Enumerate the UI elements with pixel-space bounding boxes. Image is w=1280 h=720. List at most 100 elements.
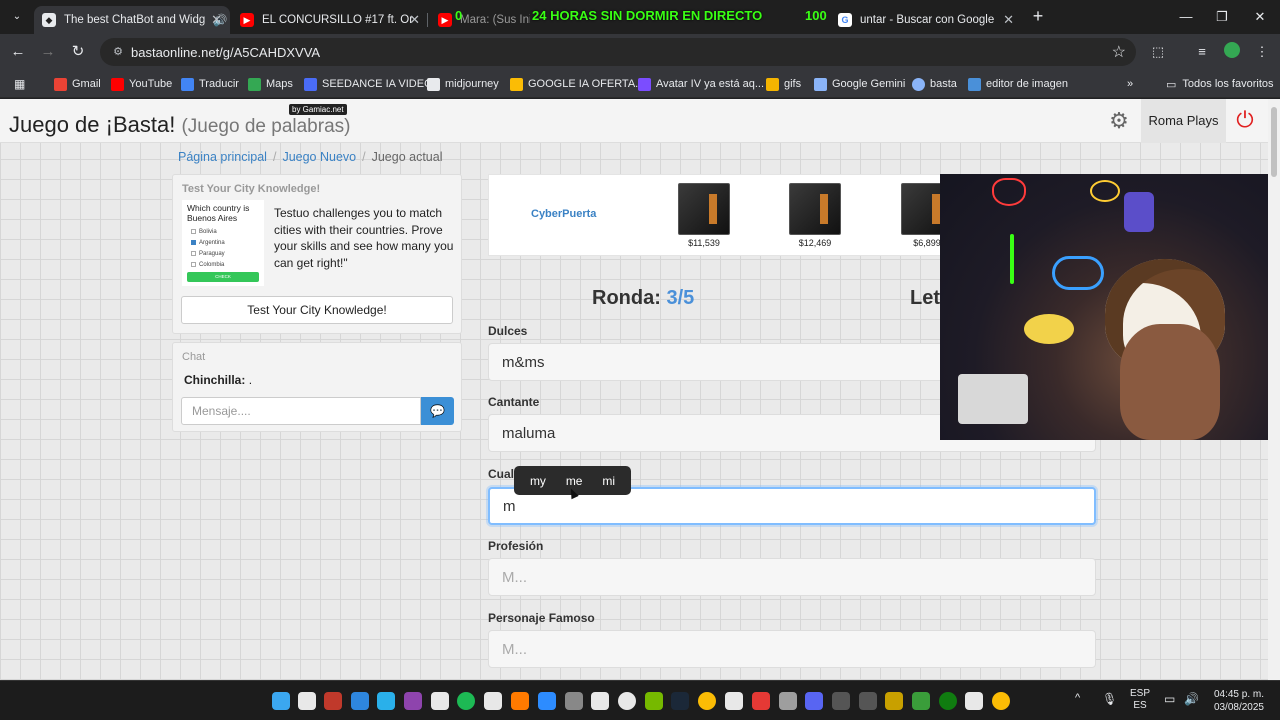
bookmark-maps[interactable]: Maps	[248, 76, 293, 92]
suggestion-item[interactable]: me	[566, 474, 583, 488]
menu-icon[interactable]: ⋮	[1252, 42, 1272, 62]
power-icon[interactable]: ⏻	[1232, 107, 1258, 133]
tab-mara[interactable]: ▶ Mara: (Sus Inicio	[430, 6, 530, 34]
tab-search-button[interactable]: ⌄	[8, 8, 26, 26]
bookmark-editor[interactable]: editor de imagen	[968, 76, 1068, 92]
chrome-icon[interactable]	[992, 692, 1010, 710]
ad-cta-button[interactable]: Test Your City Knowledge!	[181, 296, 453, 324]
network-icon[interactable]: ▭	[1164, 692, 1175, 706]
bookmark-gifs[interactable]: gifs	[766, 76, 801, 92]
volume-icon[interactable]: 🔊	[1184, 692, 1199, 706]
bookmark-label: basta	[930, 78, 957, 90]
app-icon[interactable]	[404, 692, 422, 710]
bookmark-basta[interactable]: basta	[912, 76, 957, 92]
bookmark-gemini[interactable]: Google Gemini	[814, 76, 905, 92]
telegram-icon[interactable]	[377, 692, 395, 710]
language-indicator[interactable]: ESP ES	[1130, 688, 1150, 712]
close-window-button[interactable]: ✕	[1240, 6, 1280, 28]
address-bar[interactable]: ⚙ bastaonline.net/g/A5CAHDXVVA ☆	[100, 38, 1136, 66]
new-tab-button[interactable]: +	[1028, 6, 1048, 26]
field-input-personaje-famoso[interactable]	[488, 630, 1096, 668]
all-bookmarks-folder[interactable]: ▭ Todos los favoritos	[1166, 76, 1274, 92]
ad-thumbnail[interactable]: Which country is Buenos Aires Bolivia Ar…	[182, 200, 264, 286]
app-icon[interactable]	[859, 692, 877, 710]
breadcrumb-new-game[interactable]: Juego Nuevo	[282, 150, 356, 164]
app-icon[interactable]	[431, 692, 449, 710]
bookmark-label: Google Gemini	[832, 78, 906, 90]
app-icon[interactable]	[351, 692, 369, 710]
maximize-button[interactable]: ❐	[1202, 6, 1242, 28]
tab-chatbot[interactable]: ◆ The best ChatBot and Widg 🔊 ✕	[34, 6, 230, 34]
chrome-icon[interactable]	[698, 692, 716, 710]
product-item[interactable]: $12,469	[787, 183, 843, 248]
bookmark-avatar-iv[interactable]: Avatar IV ya está aq...	[638, 76, 764, 92]
bookmark-traducir[interactable]: Traducir	[181, 76, 239, 92]
app-icon[interactable]	[511, 692, 529, 710]
bookmarks-overflow-icon[interactable]: »	[1127, 76, 1133, 92]
suggestion-item[interactable]: mi	[602, 474, 615, 488]
app-icon[interactable]	[484, 692, 502, 710]
app-icon[interactable]	[912, 692, 930, 710]
user-menu[interactable]: Roma Plays	[1141, 99, 1226, 143]
product-item[interactable]: $11,539	[676, 183, 732, 248]
capcut-icon[interactable]	[591, 692, 609, 710]
close-icon[interactable]: ✕	[211, 12, 222, 28]
chat-input[interactable]	[181, 397, 421, 425]
neon-mask-decoration	[992, 178, 1026, 206]
bookmark-seedance[interactable]: SEEDANCE IA VIDEO	[304, 76, 433, 92]
task-view-icon[interactable]	[298, 692, 316, 710]
processor-box-image	[789, 183, 841, 235]
app-icon[interactable]	[565, 692, 583, 710]
microphone-icon[interactable]: 🎙	[1102, 692, 1117, 706]
app-icon[interactable]	[752, 692, 770, 710]
minimize-button[interactable]: —	[1166, 6, 1206, 28]
apps-icon[interactable]: ▦	[14, 76, 25, 92]
product-price: $11,539	[688, 238, 720, 248]
clock[interactable]: 04:45 p. m. 03/08/2025	[1206, 688, 1264, 714]
discord-icon[interactable]	[805, 692, 823, 710]
suggestion-item[interactable]: my	[530, 474, 546, 488]
back-button[interactable]: ←	[8, 42, 28, 62]
forward-button[interactable]: →	[38, 42, 58, 62]
share-icon[interactable]	[965, 692, 983, 710]
windows-start-icon[interactable]	[272, 692, 290, 710]
field-input-profesion[interactable]	[488, 558, 1096, 596]
media-controls-icon[interactable]: ≡	[1192, 42, 1212, 62]
close-icon[interactable]: ✕	[1003, 12, 1014, 28]
bookmark-star-icon[interactable]: ☆	[1112, 42, 1126, 62]
steam-icon[interactable]	[671, 692, 689, 710]
send-message-button[interactable]: 💬	[421, 397, 454, 425]
extensions-icon[interactable]: ⬚	[1148, 42, 1168, 62]
settings-app-icon[interactable]	[779, 692, 797, 710]
bookmark-youtube[interactable]: YouTube	[111, 76, 172, 92]
chevron-up-icon[interactable]: ^	[1075, 692, 1080, 704]
tab-separator	[427, 13, 428, 27]
app-icon[interactable]	[538, 692, 556, 710]
app-icon[interactable]	[618, 692, 636, 710]
reload-button[interactable]: ↻	[68, 42, 88, 62]
tab-google-search[interactable]: G untar - Buscar con Google ✕	[830, 6, 1022, 34]
bookmark-midjourney[interactable]: midjourney	[427, 76, 499, 92]
app-icon[interactable]	[885, 692, 903, 710]
stream-overlay-counter: 0	[455, 8, 463, 23]
bookmark-google-ia[interactable]: GOOGLE IA OFERTA...	[510, 76, 644, 92]
gear-icon[interactable]: ⚙	[1106, 108, 1132, 134]
tab-concursillo[interactable]: ▶ EL CONCURSILLO #17 ft. Or ✕	[232, 6, 428, 34]
xbox-icon[interactable]	[939, 692, 957, 710]
url-text[interactable]: bastaonline.net/g/A5CAHDXVVA	[131, 45, 320, 60]
breadcrumb-home[interactable]: Página principal	[178, 150, 267, 164]
app-icon[interactable]	[324, 692, 342, 710]
field-label-dulces: Dulces	[488, 324, 528, 338]
site-info-icon[interactable]: ⚙	[110, 44, 126, 60]
app-icon[interactable]	[725, 692, 743, 710]
breadcrumb-current: Juego actual	[371, 150, 443, 164]
bookmark-gmail[interactable]: Gmail	[54, 76, 101, 92]
close-icon[interactable]: ✕	[409, 12, 420, 28]
nvidia-icon[interactable]	[645, 692, 663, 710]
author-badge[interactable]: by Gamiac.net	[289, 104, 347, 115]
app-icon[interactable]	[832, 692, 850, 710]
scrollbar-thumb[interactable]	[1271, 107, 1277, 177]
page-scrollbar[interactable]	[1268, 99, 1280, 680]
profile-avatar-icon[interactable]	[1222, 42, 1242, 62]
spotify-icon[interactable]	[457, 692, 475, 710]
